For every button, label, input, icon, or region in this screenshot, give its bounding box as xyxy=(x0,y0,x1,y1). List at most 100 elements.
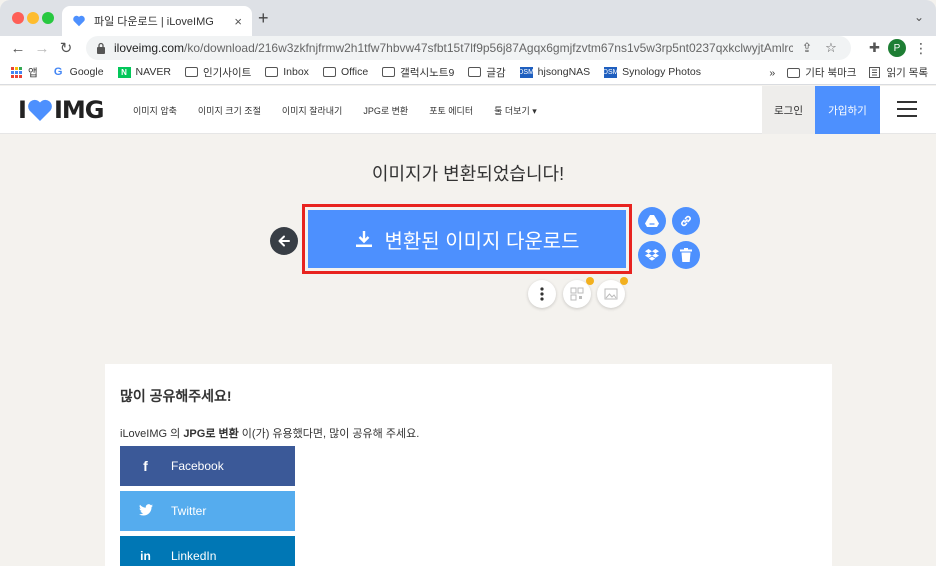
bookmark-folder[interactable]: Office xyxy=(322,66,368,78)
other-bookmarks[interactable]: 기타 북마크 xyxy=(787,65,856,80)
download-highlight-frame: 변환된 이미지 다운로드 xyxy=(302,204,632,274)
share-button-label: LinkedIn xyxy=(171,549,217,563)
url-path: /ko/download/216w3zkfnjfrmw2h1tfw7hbvw47… xyxy=(184,41,793,55)
bookmark-google[interactable]: G Google xyxy=(52,66,104,78)
share-card: 많이 공유해주세요! iLoveIMG 의 JPG로 변환 이(가) 유용했다면… xyxy=(105,364,832,566)
bookmark-dsm[interactable]: DSM hjsongNAS xyxy=(518,66,591,78)
folder-icon xyxy=(382,67,396,77)
more-options-button[interactable] xyxy=(528,280,556,308)
image-icon xyxy=(604,288,618,300)
folder-icon xyxy=(265,67,279,77)
browser-toolbar: ← → ↻ iloveimg.com/ko/download/216w3zkfn… xyxy=(0,36,936,60)
qr-code-icon xyxy=(570,287,584,301)
signup-button[interactable]: 가입하기 xyxy=(815,86,880,134)
back-arrow-icon[interactable]: ← xyxy=(6,40,30,57)
linkedin-icon: in xyxy=(140,549,151,563)
dropbox-button[interactable] xyxy=(638,241,666,269)
image-preview-button[interactable] xyxy=(597,277,628,308)
bookmarks-overflow-chevron-icon[interactable]: » xyxy=(769,67,775,79)
nav-convert-to-jpg[interactable]: JPG로 변환 xyxy=(363,104,408,117)
login-button[interactable]: 로그인 xyxy=(762,86,815,134)
qr-code-button[interactable] xyxy=(563,277,594,308)
forward-arrow-icon[interactable]: → xyxy=(30,40,54,57)
share-button-label: Twitter xyxy=(171,504,207,518)
bookmark-folder[interactable]: 인기사이트 xyxy=(184,65,252,80)
close-window-button[interactable] xyxy=(12,12,24,24)
browser-tab-strip: 파일 다운로드 | iLoveIMG × + ⌄ xyxy=(0,0,936,36)
tab-search-chevron-icon[interactable]: ⌄ xyxy=(914,10,924,24)
share-twitter-button[interactable]: Twitter xyxy=(120,491,295,531)
vertical-dots-icon xyxy=(540,287,544,301)
bookmark-dsm[interactable]: DSM Synology Photos xyxy=(603,66,701,78)
reading-list[interactable]: 읽기 목록 xyxy=(868,65,928,80)
new-tab-button[interactable]: + xyxy=(258,8,269,29)
logo-letter: I xyxy=(18,96,27,124)
bookmark-label: NAVER xyxy=(135,66,171,78)
bookmark-folder[interactable]: 갤럭시노트9 xyxy=(382,65,454,80)
bookmark-folder[interactable]: 글감 xyxy=(468,65,506,80)
hamburger-menu-icon[interactable] xyxy=(897,101,917,117)
url-text: iloveimg.com/ko/download/216w3zkfnjfrmw2… xyxy=(114,41,793,55)
nav-crop-image[interactable]: 이미지 잘라내기 xyxy=(282,104,342,117)
browser-tab[interactable]: 파일 다운로드 | iLoveIMG × xyxy=(62,6,252,36)
tab-close-icon[interactable]: × xyxy=(234,14,242,29)
url-host: iloveimg.com xyxy=(114,41,185,55)
star-bookmark-icon[interactable]: ☆ xyxy=(821,40,841,56)
delete-button[interactable] xyxy=(672,241,700,269)
reading-list-icon xyxy=(868,67,881,78)
bookmark-label: hjsongNAS xyxy=(537,66,591,78)
bookmarks-bar: 앱 G Google N NAVER 인기사이트 Inbox Office 갤럭시노… xyxy=(0,60,936,85)
dsm-icon: DSM xyxy=(518,66,534,78)
iloveimg-favicon-icon xyxy=(72,14,86,28)
trash-icon xyxy=(680,248,692,262)
maximize-window-button[interactable] xyxy=(42,12,54,24)
iloveimg-logo[interactable]: I IMG xyxy=(18,96,104,124)
nav-photo-editor[interactable]: 포토 에디터 xyxy=(429,104,473,117)
copy-link-button[interactable] xyxy=(672,207,700,235)
share-description: iLoveIMG 의 JPG로 변환 이(가) 유용했다면, 많이 공유해 주세… xyxy=(120,425,419,441)
download-button[interactable]: 변환된 이미지 다운로드 xyxy=(308,210,626,268)
nav-resize-image[interactable]: 이미지 크기 조절 xyxy=(198,104,261,117)
link-icon xyxy=(681,215,691,227)
download-icon xyxy=(356,231,373,247)
bookmark-naver[interactable]: N NAVER xyxy=(117,66,171,78)
heart-icon xyxy=(27,98,53,122)
left-arrow-icon xyxy=(278,235,290,247)
address-bar[interactable]: iloveimg.com/ko/download/216w3zkfnjfrmw2… xyxy=(86,36,851,60)
share-button-label: Facebook xyxy=(171,459,224,473)
share-icon[interactable]: ⇪ xyxy=(797,40,817,56)
lock-icon xyxy=(96,42,108,54)
share-title: 많이 공유해주세요! xyxy=(120,388,232,404)
folder-icon xyxy=(184,67,198,77)
new-badge-dot xyxy=(586,277,594,285)
browser-menu-icon[interactable]: ⋮ xyxy=(914,40,928,57)
bookmark-label: 갤럭시노트9 xyxy=(400,66,455,79)
back-arrow-button[interactable] xyxy=(270,227,298,255)
naver-icon: N xyxy=(117,66,131,78)
google-drive-button[interactable] xyxy=(638,207,666,235)
new-badge-dot xyxy=(620,277,628,285)
bookmark-label: 글감 xyxy=(486,66,506,79)
folder-icon xyxy=(468,67,482,77)
share-desc-prefix: iLoveIMG 의 xyxy=(120,428,184,440)
profile-avatar[interactable]: P xyxy=(888,39,906,57)
bookmark-folder[interactable]: Inbox xyxy=(265,66,309,78)
google-drive-icon xyxy=(645,214,659,227)
minimize-window-button[interactable] xyxy=(27,12,39,24)
reading-list-label: 읽기 목록 xyxy=(886,67,928,79)
bookmark-label: 인기사이트 xyxy=(202,66,252,79)
nav-compress-image[interactable]: 이미지 압축 xyxy=(133,104,177,117)
nav-more-tools[interactable]: 툴 더보기 ▾ xyxy=(494,104,537,117)
page-title: 이미지가 변환되었습니다! xyxy=(371,164,565,184)
site-header: I IMG 이미지 압축 이미지 크기 조절 이미지 잘라내기 JPG로 변환 … xyxy=(0,86,936,134)
extensions-puzzle-icon[interactable]: ✚ xyxy=(869,40,880,56)
twitter-icon xyxy=(120,503,171,519)
share-facebook-button[interactable]: f Facebook xyxy=(120,446,295,486)
share-desc-suffix: 이(가) 유용했다면, 많이 공유해 주세요. xyxy=(238,428,420,440)
share-linkedin-button[interactable]: in LinkedIn xyxy=(120,536,295,566)
reload-icon[interactable]: ↻ xyxy=(54,39,78,57)
bookmark-label: Synology Photos xyxy=(622,66,701,78)
bookmark-apps[interactable]: 앱 xyxy=(10,65,38,80)
facebook-icon: f xyxy=(143,458,148,474)
other-bookmarks-label: 기타 북마크 xyxy=(805,67,857,79)
